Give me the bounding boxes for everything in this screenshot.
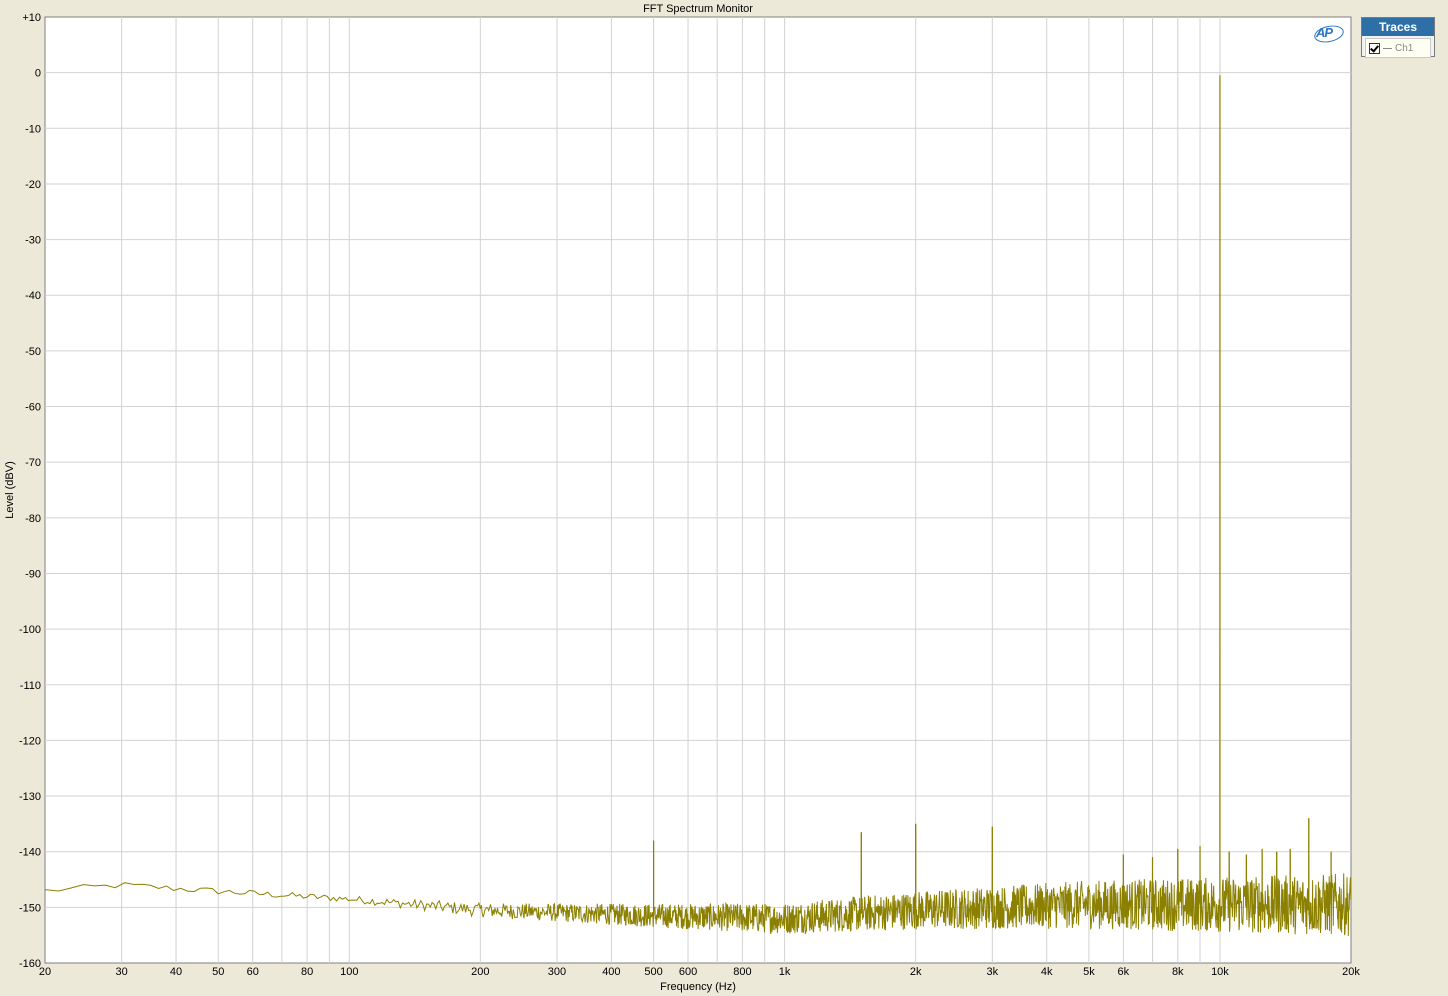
x-tick-label: 60: [247, 966, 259, 978]
y-tick-label: -160: [19, 958, 41, 970]
x-tick-label: 5k: [1083, 966, 1095, 978]
y-tick-label: -100: [19, 624, 41, 636]
y-tick-label: -10: [25, 123, 41, 135]
y-tick-label: -50: [25, 346, 41, 358]
y-tick-label: -70: [25, 457, 41, 469]
x-tick-label: 80: [301, 966, 313, 978]
x-tick-label: 400: [602, 966, 620, 978]
x-tick-label: 500: [644, 966, 662, 978]
logo-text: AP: [1316, 25, 1333, 40]
y-tick-label: +10: [22, 12, 41, 24]
y-tick-label: 0: [35, 68, 41, 80]
y-tick-label: -90: [25, 568, 41, 580]
x-tick-label: 100: [340, 966, 358, 978]
y-axis-title: Level (dBV): [4, 461, 16, 518]
y-tick-label: -130: [19, 791, 41, 803]
x-tick-label: 40: [170, 966, 182, 978]
y-tick-label: -110: [20, 680, 41, 692]
traces-legend: Traces Ch1: [1361, 17, 1435, 58]
y-tick-label: -140: [19, 847, 41, 859]
x-tick-label: 6k: [1118, 966, 1130, 978]
y-tick-label: -40: [25, 290, 41, 302]
x-axis-title: Frequency (Hz): [660, 981, 736, 993]
line-swatch-icon: [1383, 47, 1392, 49]
x-tick-label: 2k: [910, 966, 922, 978]
y-tick-label: -80: [25, 513, 41, 525]
x-tick-label: 800: [733, 966, 751, 978]
x-tick-label: 50: [212, 966, 224, 978]
chart-title: FFT Spectrum Monitor: [643, 3, 753, 15]
legend-item-ch1[interactable]: Ch1: [1365, 38, 1431, 58]
x-tick-label: 20: [39, 966, 51, 978]
x-tick-label: 600: [679, 966, 697, 978]
x-tick-label: 4k: [1041, 966, 1053, 978]
legend-item-label: Ch1: [1395, 42, 1414, 54]
x-tick-label: 20k: [1342, 966, 1360, 978]
x-tick-label: 200: [471, 966, 489, 978]
x-tick-label: 3k: [987, 966, 999, 978]
fft-chart: +10 0 -10 -20 -30 -40 -50 -60 -70 -80 -90 -100 -110 -…: [4, 3, 1360, 993]
plot-area: [44, 16, 1352, 964]
y-tick-label: -120: [19, 735, 41, 747]
legend-header: Traces: [1362, 18, 1434, 36]
y-tick-label: -20: [25, 179, 41, 191]
y-tick-label: -60: [25, 402, 41, 414]
x-tick-label: 10k: [1211, 966, 1229, 978]
x-tick-label: 8k: [1172, 966, 1184, 978]
x-tick-label: 30: [116, 966, 128, 978]
x-tick-label: 1k: [779, 966, 791, 978]
ap-logo-icon: AP: [1316, 25, 1344, 43]
x-tick-label: 300: [548, 966, 566, 978]
y-tick-label: -150: [19, 902, 41, 914]
y-tick-label: -30: [25, 235, 41, 247]
checkbox-icon[interactable]: [1369, 42, 1380, 54]
